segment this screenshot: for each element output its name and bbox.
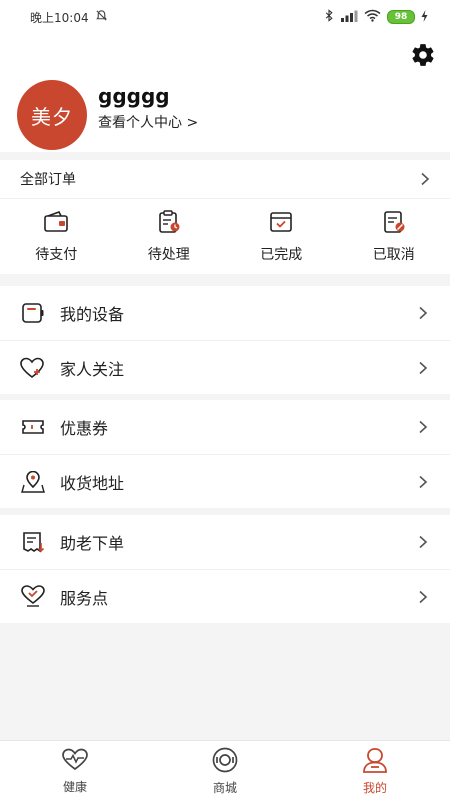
order-status-row: 待支付 待处理 已完成 已取消: [0, 199, 450, 275]
nav-label: 我的: [362, 780, 387, 795]
shipping-address-row[interactable]: 收货地址: [0, 454, 450, 509]
chevron-right-icon: [418, 475, 428, 489]
coupons-row[interactable]: 优惠券: [0, 400, 450, 454]
my-page: 晚上10:04 98 美夕 ggggg 查看个人中心 > 全部订单 待支付 待处…: [0, 0, 450, 800]
nav-mall[interactable]: 商城: [150, 741, 300, 800]
chevron-right-icon: [418, 420, 428, 434]
family-follow-label: 家人关注: [60, 360, 125, 379]
coupon-address-section: 优惠券 收货地址: [0, 400, 450, 508]
my-devices-label: 我的设备: [60, 305, 125, 324]
all-orders-row[interactable]: 全部订单: [0, 160, 450, 199]
profile-header: 美夕 ggggg 查看个人中心 >: [0, 34, 450, 152]
battery-indicator: 98: [387, 10, 415, 24]
assist-order-label: 助老下单: [60, 534, 125, 553]
nav-label: 商城: [212, 780, 237, 795]
bottom-nav: 健康 商城 我的: [0, 740, 450, 800]
assist-order-row[interactable]: 助老下单: [0, 515, 450, 569]
charging-icon: [421, 9, 428, 25]
order-label: 已完成: [260, 247, 303, 263]
orders-section: 全部订单 待支付 待处理 已完成 已取消: [0, 160, 450, 274]
mall-icon: [211, 747, 239, 776]
status-bar: 晚上10:04 98: [0, 0, 450, 34]
status-time: 晚上10:04: [30, 10, 89, 25]
service-point-row[interactable]: 服务点: [0, 569, 450, 624]
pending-clipboard-icon: [156, 210, 182, 238]
order-label: 待支付: [35, 247, 78, 263]
coupons-label: 优惠券: [60, 419, 109, 438]
chevron-right-icon: [420, 172, 430, 186]
wifi-icon: [364, 9, 381, 25]
all-orders-label: 全部订单: [20, 172, 76, 188]
assist-service-section: 助老下单 服务点: [0, 515, 450, 623]
mute-icon: [95, 9, 108, 25]
avatar[interactable]: 美夕: [17, 80, 87, 150]
order-cancelled[interactable]: 已取消: [338, 199, 450, 275]
ticket-icon: [20, 414, 46, 440]
chevron-right-icon: [418, 306, 428, 320]
shipping-address-label: 收货地址: [60, 474, 125, 493]
cancelled-document-icon: [381, 210, 407, 238]
device-family-section: 我的设备 家人关注: [0, 286, 450, 394]
nav-health[interactable]: 健康: [0, 741, 150, 800]
order-completed[interactable]: 已完成: [225, 199, 338, 275]
settings-gear-icon[interactable]: [410, 42, 436, 68]
nav-label: 健康: [62, 779, 87, 794]
device-icon: [20, 300, 46, 326]
receipt-icon: [20, 529, 46, 555]
service-point-label: 服务点: [60, 589, 109, 608]
completed-box-icon: [268, 210, 294, 238]
chevron-right-icon: [418, 535, 428, 549]
signal-icon: [340, 10, 358, 25]
location-pin-icon: [20, 469, 46, 495]
order-pending-payment[interactable]: 待支付: [0, 199, 113, 275]
profile-center-link[interactable]: 查看个人中心 >: [98, 112, 198, 132]
heartbeat-icon: [61, 748, 89, 775]
family-follow-row[interactable]: 家人关注: [0, 340, 450, 395]
heart-plus-icon: [20, 355, 46, 381]
profile-icon: [361, 747, 389, 776]
username: ggggg: [98, 84, 170, 108]
order-label: 待处理: [147, 247, 190, 263]
my-devices-row[interactable]: 我的设备: [0, 286, 450, 340]
status-right: 98: [324, 9, 450, 25]
order-pending-process[interactable]: 待处理: [113, 199, 226, 275]
nav-mine[interactable]: 我的: [300, 741, 450, 800]
bluetooth-icon: [324, 9, 334, 25]
status-left: 晚上10:04: [0, 9, 108, 26]
chevron-right-icon: [418, 361, 428, 375]
order-label: 已取消: [372, 247, 415, 263]
chevron-right-icon: [418, 590, 428, 604]
heart-check-icon: [20, 584, 46, 610]
wallet-icon: [43, 210, 69, 238]
